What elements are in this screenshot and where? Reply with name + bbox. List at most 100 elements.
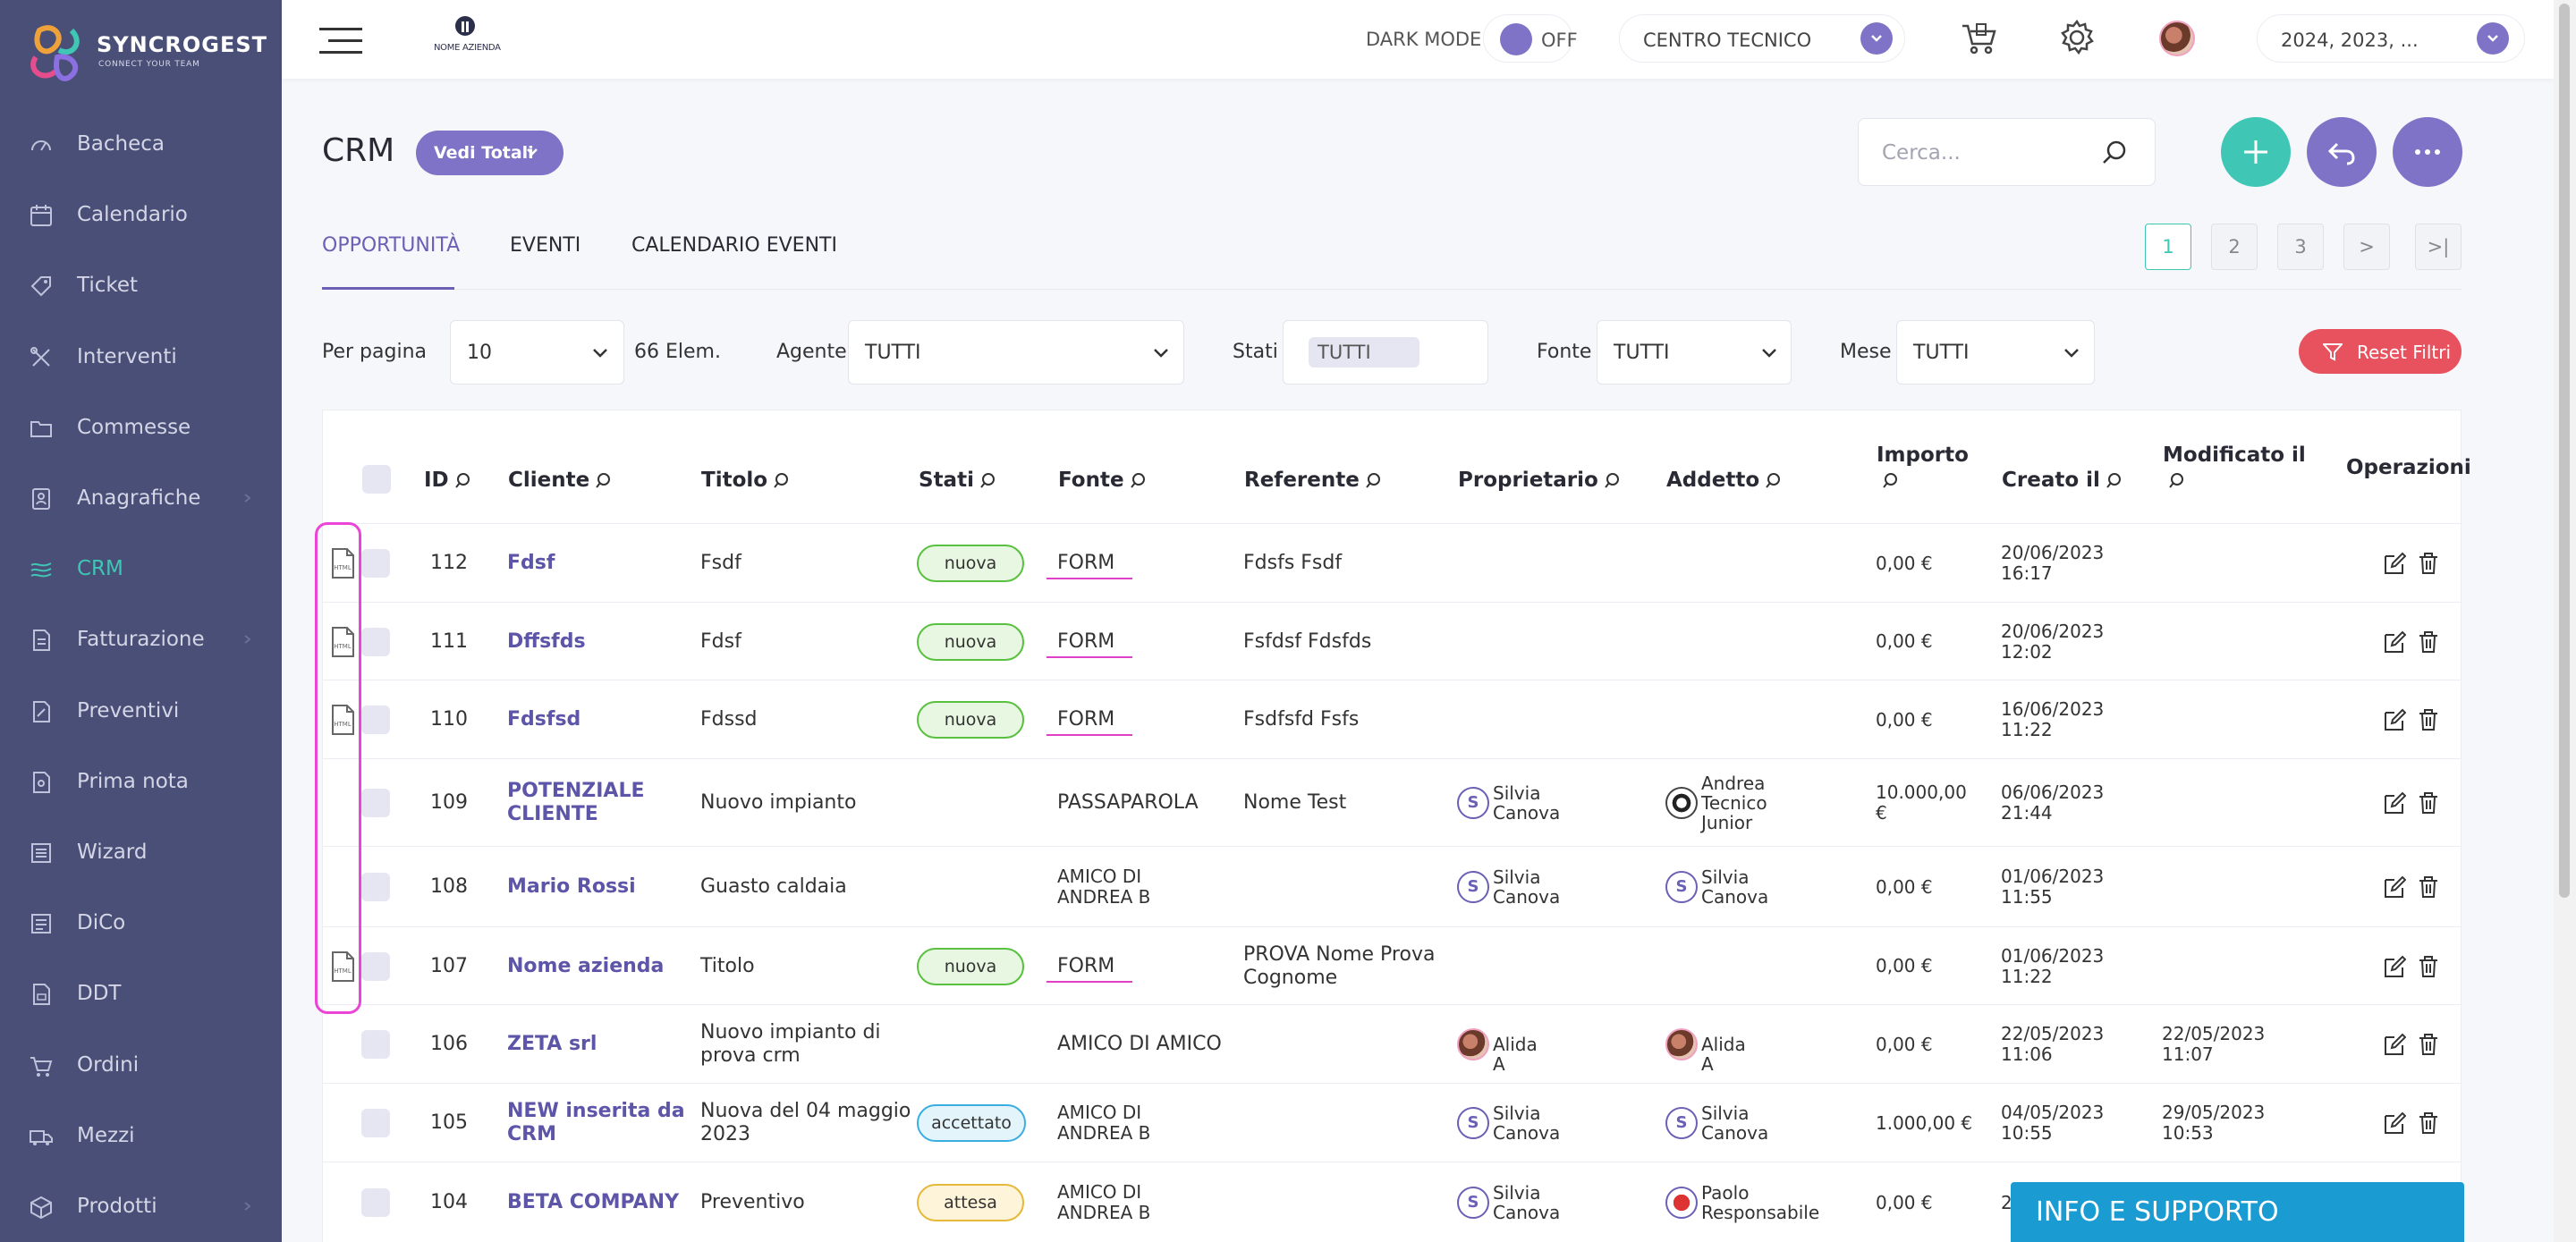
column-header-proprietario[interactable]: Proprietario — [1458, 468, 1622, 493]
trash-icon[interactable] — [2417, 629, 2440, 655]
client-link[interactable]: Fdsfsd — [507, 708, 580, 731]
column-header-referente[interactable]: Referente — [1244, 468, 1383, 493]
search-icon[interactable] — [1130, 472, 1148, 490]
sidebar-item-dico[interactable]: DiCo — [0, 896, 282, 950]
column-header-operazioni[interactable]: Operazioni — [2346, 455, 2471, 480]
search-icon[interactable] — [979, 472, 997, 490]
column-header-cliente[interactable]: Cliente — [508, 468, 613, 493]
search-input[interactable] — [1882, 139, 2097, 167]
edit-icon[interactable] — [2383, 790, 2406, 815]
client-link[interactable]: ZETA srl — [507, 1033, 597, 1056]
table-row[interactable]: 105 NEW inserita da CRM Nuova del 04 maggio… — [322, 1083, 2462, 1162]
tab-eventi[interactable]: EVENTI — [510, 234, 580, 257]
scrollbar-thumb[interactable] — [2559, 4, 2570, 898]
sidebar-item-prima-nota[interactable]: Prima nota — [0, 755, 282, 808]
sidebar-item-preventivi[interactable]: Preventivi — [0, 684, 282, 738]
row-checkbox[interactable] — [361, 705, 390, 734]
column-header-addetto[interactable]: Addetto — [1666, 468, 1783, 493]
back-button[interactable] — [2307, 117, 2377, 187]
trash-icon[interactable] — [2417, 707, 2440, 732]
mese-select[interactable]: TUTTI — [1896, 320, 2095, 384]
trash-icon[interactable] — [2417, 1111, 2440, 1136]
search-icon[interactable] — [454, 472, 472, 490]
stati-select[interactable]: TUTTI — [1283, 320, 1488, 384]
row-checkbox[interactable] — [361, 549, 390, 578]
stati-chip[interactable]: TUTTI — [1309, 337, 1419, 368]
agent-select[interactable]: TUTTI — [848, 320, 1184, 384]
row-checkbox[interactable] — [361, 873, 390, 901]
search-icon[interactable] — [1765, 472, 1783, 490]
support-button[interactable]: INFO E SUPPORTO — [2011, 1182, 2464, 1242]
company-logo[interactable]: NOME AZIENDA — [434, 14, 505, 57]
trash-icon[interactable] — [2417, 954, 2440, 979]
tab-opportunita[interactable]: OPPORTUNITÀ — [322, 234, 460, 257]
column-header-creato[interactable]: Creato il — [2002, 468, 2123, 493]
page-2-button[interactable]: 2 — [2211, 224, 2258, 270]
row-checkbox[interactable] — [361, 1109, 390, 1137]
gear-icon[interactable] — [2057, 18, 2097, 57]
edit-icon[interactable] — [2383, 874, 2406, 900]
totals-button[interactable]: Vedi Totali — [416, 131, 564, 175]
shopping-cart-icon[interactable] — [1959, 19, 1998, 58]
row-checkbox[interactable] — [361, 1188, 390, 1217]
edit-icon[interactable] — [2383, 1032, 2406, 1057]
sidebar-item-crm[interactable]: CRM — [0, 542, 282, 596]
trash-icon[interactable] — [2417, 874, 2440, 900]
table-row[interactable]: 106 ZETA srl Nuovo impianto di prova crm AMI… — [322, 1004, 2462, 1083]
sidebar-item-commesse[interactable]: Commesse — [0, 401, 282, 454]
next-page-button[interactable]: > — [2343, 224, 2390, 270]
sidebar-item-calendario[interactable]: Calendario — [0, 188, 282, 241]
client-link[interactable]: BETA COMPANY — [507, 1191, 679, 1214]
edit-icon[interactable] — [2383, 954, 2406, 979]
last-page-button[interactable]: >| — [2415, 224, 2462, 270]
year-select[interactable]: 2024, 2023, ... — [2257, 14, 2525, 63]
page-3-button[interactable]: 3 — [2277, 224, 2324, 270]
client-link[interactable]: POTENZIALE CLIENTE — [507, 780, 644, 826]
tab-calendario-eventi[interactable]: CALENDARIO EVENTI — [631, 234, 837, 257]
user-avatar[interactable] — [2159, 21, 2195, 56]
search-icon[interactable] — [773, 472, 791, 490]
client-link[interactable]: Fdsf — [507, 552, 555, 575]
table-row[interactable]: HTML 110 Fdsfsd Fdssd nuova FORM Fsdfsfd Fsfs 0… — [322, 680, 2462, 758]
search-icon[interactable] — [1604, 472, 1622, 490]
edit-icon[interactable] — [2383, 707, 2406, 732]
reset-filters-button[interactable]: Reset Filtri — [2299, 329, 2462, 374]
search-icon[interactable] — [1882, 472, 1900, 490]
search-icon[interactable] — [2168, 472, 2186, 490]
center-select[interactable]: CENTRO TECNICO — [1619, 14, 1905, 63]
row-checkbox[interactable] — [361, 627, 390, 656]
client-link[interactable]: Nome azienda — [507, 955, 664, 978]
column-header-stati[interactable]: Stati — [919, 468, 997, 493]
column-header-fonte[interactable]: Fonte — [1058, 468, 1148, 493]
fonte-select[interactable]: TUTTI — [1597, 320, 1792, 384]
column-header-importo[interactable]: Importo — [1877, 443, 1969, 493]
column-header-modificato[interactable]: Modificato il — [2163, 443, 2306, 493]
select-all-checkbox[interactable] — [362, 465, 391, 494]
page-1-button[interactable]: 1 — [2145, 224, 2191, 270]
sidebar-item-mezzi[interactable]: Mezzi — [0, 1109, 282, 1162]
search-icon[interactable] — [2106, 472, 2123, 490]
edit-icon[interactable] — [2383, 551, 2406, 576]
add-button[interactable] — [2221, 117, 2291, 187]
sidebar-item-ddt[interactable]: DDT — [0, 967, 282, 1020]
sidebar-item-anagrafiche[interactable]: Anagrafiche — [0, 471, 282, 525]
table-row[interactable]: HTML 111 Dffsfds Fdsf nuova FORM Fsfdsf Fdsfds… — [322, 602, 2462, 680]
search-icon[interactable] — [595, 472, 613, 490]
client-link[interactable]: Dffsfds — [507, 630, 586, 654]
scrollbar[interactable] — [2554, 0, 2576, 1242]
dark-mode-toggle[interactable]: OFF — [1483, 14, 1578, 63]
row-checkbox[interactable] — [361, 1030, 390, 1059]
edit-icon[interactable] — [2383, 629, 2406, 655]
more-options-button[interactable] — [2393, 117, 2462, 187]
table-row[interactable]: 109 POTENZIALE CLIENTE Nuovo impianto PASSAP… — [322, 758, 2462, 846]
edit-icon[interactable] — [2383, 1111, 2406, 1136]
row-checkbox[interactable] — [361, 951, 390, 981]
client-link[interactable]: NEW inserita da CRM — [507, 1100, 685, 1146]
column-header-id[interactable]: ID — [424, 468, 472, 493]
client-link[interactable]: Mario Rossi — [507, 875, 636, 899]
sidebar-item-wizard[interactable]: Wizard — [0, 825, 282, 879]
row-checkbox[interactable] — [361, 789, 390, 817]
hamburger-menu-icon[interactable] — [319, 26, 362, 55]
table-row[interactable]: HTML 112 Fdsf Fsdf nuova FORM Fdsfs Fsdf 0,00 €… — [322, 523, 2462, 602]
sidebar-item-fatturazione[interactable]: Fatturazione — [0, 613, 282, 666]
